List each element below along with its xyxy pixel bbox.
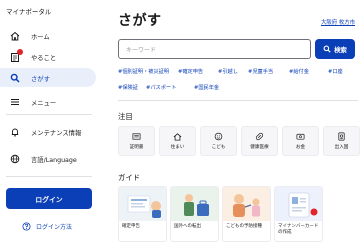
sidebar-item-label: 言語/Language	[31, 156, 77, 164]
featured-section-title: 注目	[118, 112, 133, 121]
featured-tile-label: 住まい	[170, 145, 185, 150]
sidebar-item-tasks[interactable]: やること	[10, 49, 57, 62]
tag-link[interactable]: #引越し	[218, 68, 238, 75]
globe-icon	[10, 154, 20, 164]
featured-tile-label: 証明書	[129, 145, 144, 150]
featured-tile-label: 出入国	[334, 145, 349, 150]
search-input[interactable]: キーワード	[118, 39, 311, 59]
guide-section-title: ガイド	[118, 173, 141, 182]
sidebar-item-menu[interactable]: メニュー	[10, 97, 56, 107]
sidebar-item-label: メニュー	[31, 99, 57, 107]
sidebar-item-maintenance[interactable]: メンテナンス情報	[10, 127, 81, 137]
sidebar-item-home[interactable]: ホーム	[10, 31, 50, 41]
sidebar-item-label: メンテナンス情報	[31, 129, 82, 137]
login-help-label: ログイン方法	[36, 224, 73, 231]
featured-tile-certificate[interactable]: 証明書	[118, 126, 155, 156]
main-content: さがす 大阪府 枚方市 キーワード 検索 #個別証明・被災証明 #確定申告 #引…	[104, 0, 360, 246]
tag-link[interactable]: #口座	[328, 68, 343, 75]
featured-tile-label: こども	[211, 145, 226, 150]
guide-card-label: こどもの予防接種	[226, 224, 262, 229]
medical-icon	[255, 132, 264, 141]
featured-tile-medical[interactable]: 健康医療	[241, 126, 278, 156]
house-icon	[173, 133, 182, 141]
sidebar-divider	[6, 114, 92, 115]
region-link[interactable]: 大阪府 枚方市	[321, 18, 355, 26]
tag-link[interactable]: #保険証	[118, 84, 138, 91]
notification-badge	[17, 49, 23, 55]
guide-card-my-number-card[interactable]: マイナンバーカードの作成	[274, 186, 323, 242]
tag-link[interactable]: #確定申告	[178, 68, 203, 75]
search-button[interactable]: 検索	[315, 39, 355, 59]
tax-return-illustration	[119, 187, 166, 221]
home-icon	[10, 31, 20, 41]
sidebar-item-language[interactable]: 言語/Language	[10, 154, 77, 164]
content-divider	[118, 100, 358, 101]
task-icon	[10, 49, 23, 62]
guide-card-child-vaccination[interactable]: こどもの予防接種	[222, 186, 271, 242]
tag-link[interactable]: #個別証明・被災証明	[118, 68, 169, 75]
guide-card-label: 国外への転出	[174, 224, 201, 229]
guide-card-tax-return[interactable]: 確定申告	[118, 186, 167, 242]
help-icon	[22, 222, 31, 231]
sidebar-divider	[6, 176, 92, 177]
featured-tile-housing[interactable]: 住まい	[159, 126, 196, 156]
featured-tile-money[interactable]: お金	[282, 126, 319, 156]
sidebar: マイナポータル ホーム やること さがす メニュー メンテナンス情報 言語/La…	[0, 0, 104, 246]
tag-link[interactable]: #パスポート	[146, 84, 176, 91]
guide-card-move-abroad[interactable]: 国外への転出	[170, 186, 219, 242]
tag-link[interactable]: #給付金	[289, 68, 309, 75]
tag-link[interactable]: #児童手当	[248, 68, 273, 75]
sidebar-item-label: やること	[31, 54, 57, 62]
login-help-link[interactable]: ログイン方法	[22, 222, 72, 231]
login-button[interactable]: ログイン	[6, 188, 92, 209]
featured-tile-label: お金	[295, 145, 306, 150]
guide-card-label: マイナンバーカードの作成	[278, 224, 319, 235]
app-title: マイナポータル	[6, 8, 52, 16]
tag-link[interactable]: #国民年金	[194, 84, 219, 91]
featured-tile-immigration[interactable]: 出入国	[323, 126, 360, 156]
passport-icon	[338, 132, 345, 141]
child-icon	[214, 132, 223, 141]
search-button-label: 検索	[334, 46, 347, 54]
page-title: さがす	[118, 13, 162, 29]
certificate-icon	[132, 133, 141, 140]
sidebar-item-label: ホーム	[31, 33, 50, 41]
featured-tile-label: 健康医療	[250, 145, 269, 150]
child-vaccination-illustration	[223, 187, 270, 221]
search-icon	[10, 73, 20, 83]
bell-icon	[10, 127, 20, 137]
money-icon	[296, 133, 305, 140]
search-icon	[323, 45, 331, 53]
featured-tile-children[interactable]: こども	[200, 126, 237, 156]
my-number-card-illustration	[275, 187, 322, 221]
guide-card-label: 確定申告	[122, 224, 140, 229]
sidebar-item-search[interactable]: さがす	[10, 73, 50, 83]
sidebar-item-label: さがす	[31, 75, 50, 83]
menu-icon	[10, 97, 20, 107]
move-abroad-illustration	[171, 187, 218, 221]
